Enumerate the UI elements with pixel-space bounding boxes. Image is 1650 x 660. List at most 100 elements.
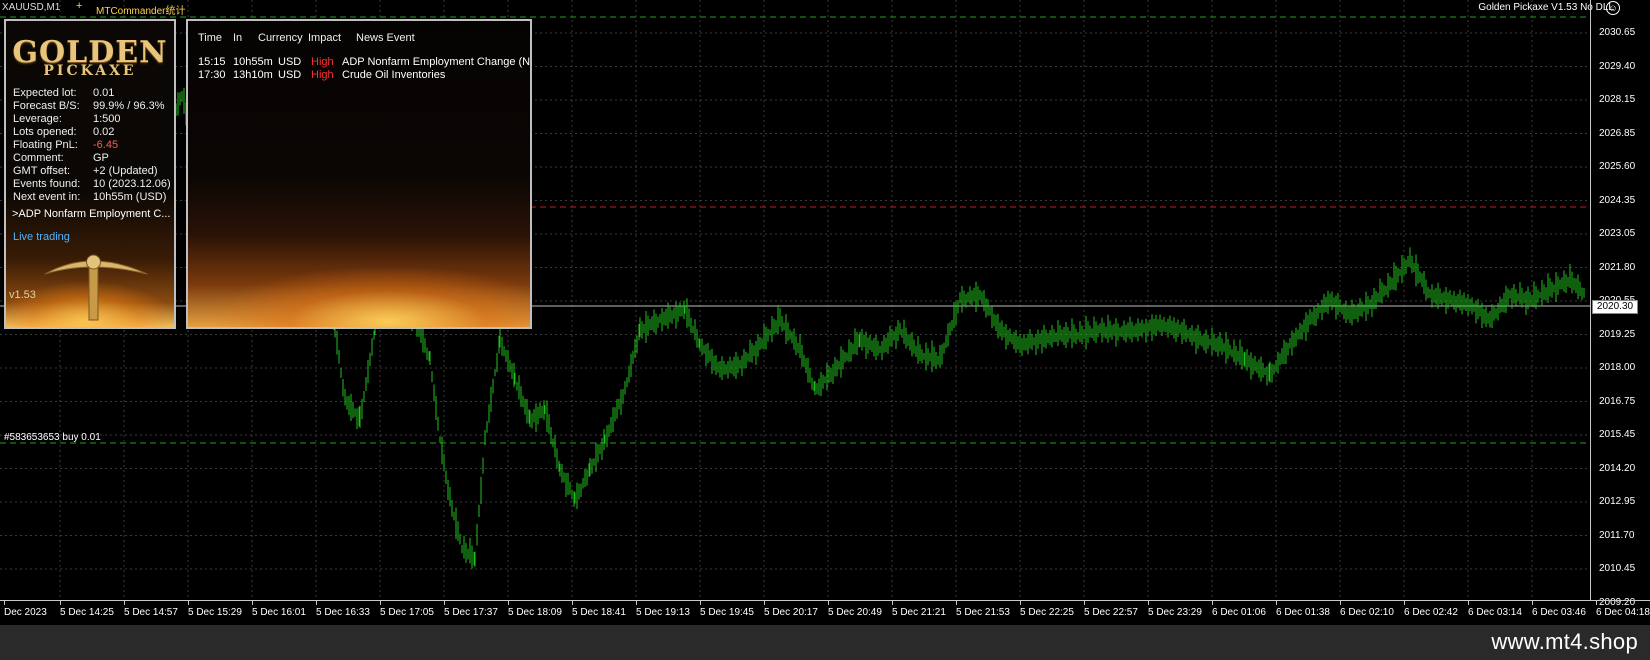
news-header-time: Time bbox=[198, 32, 223, 44]
gp-stat-row: Leverage: 1:500 bbox=[13, 113, 121, 125]
time-tick: 6 Dec 02:10 bbox=[1340, 601, 1394, 618]
gp-stat-label: GMT offset: bbox=[13, 165, 71, 177]
price-tick: 2018.00 bbox=[1599, 362, 1636, 373]
price-tick: 2016.75 bbox=[1599, 395, 1636, 407]
golden-pickaxe-panel: GOLDEN PICKAXE Expected lot: 0.01 Forecast… bbox=[4, 19, 176, 329]
news-header-impact: Impact bbox=[308, 32, 342, 44]
site-url: www.mt4.shop bbox=[1491, 629, 1638, 654]
gp-stat-row: Floating PnL: -6.45 bbox=[13, 139, 118, 151]
gp-stat-value: 1:500 bbox=[93, 113, 121, 125]
gp-stat-row: Forecast B/S: 99.9% / 96.3% bbox=[13, 100, 165, 112]
news-row-in: 13h10m bbox=[233, 69, 273, 81]
time-tick: 5 Dec 14:25 bbox=[60, 601, 114, 618]
time-tick: 6 Dec 01:38 bbox=[1276, 601, 1330, 618]
indicator-label: MTCommander统计 bbox=[96, 6, 186, 17]
gp-stat-value: +2 (Updated) bbox=[93, 165, 158, 177]
price-tick: 2019.25 bbox=[1599, 328, 1636, 340]
price-tick: 2024.35 bbox=[1599, 194, 1636, 206]
price-tick: 2021.80 bbox=[1599, 261, 1636, 273]
time-tick: 5 Dec 18:09 bbox=[508, 601, 562, 618]
time-tick: 6 Dec 03:46 bbox=[1532, 601, 1586, 618]
footer-bar: www.mt4.shop bbox=[0, 625, 1650, 660]
price-tick: 2025.60 bbox=[1599, 161, 1636, 172]
news-row-impact: High bbox=[311, 56, 334, 68]
time-tick: 5 Dec 22:57 bbox=[1084, 601, 1138, 618]
news-header-event: News Event bbox=[356, 32, 415, 44]
gp-stat-label: Leverage: bbox=[13, 113, 62, 125]
time-tick: Dec 2023 bbox=[4, 601, 47, 618]
time-tick: 5 Dec 20:49 bbox=[828, 601, 882, 618]
price-tick: 2030.65 bbox=[1599, 27, 1636, 38]
news-panel: Time In Currency Impact News Event 15:15… bbox=[186, 19, 532, 329]
next-event-name: >ADP Nonfarm Employment C... bbox=[12, 208, 171, 220]
gp-stat-value: 10h55m (USD) bbox=[93, 191, 167, 203]
version-label: v1.53 bbox=[9, 289, 36, 301]
time-tick: 5 Dec 19:45 bbox=[700, 601, 754, 618]
gp-stat-value: -6.45 bbox=[93, 139, 119, 151]
gp-stat-value: 10 (2023.12.06) bbox=[93, 178, 171, 190]
pickaxe-icon bbox=[44, 254, 148, 321]
news-row-time: 15:15 bbox=[198, 56, 226, 68]
symbol-label: XAUUSD,M1 bbox=[2, 2, 61, 13]
news-row-event: Crude Oil Inventories bbox=[342, 69, 446, 81]
gp-stat-row: Expected lot: 0.01 bbox=[13, 87, 114, 99]
gp-stat-label: Lots opened: bbox=[13, 126, 77, 138]
price-tick: 2010.45 bbox=[1599, 563, 1636, 574]
news-header-currency: Currency bbox=[258, 32, 303, 44]
price-tick: 2012.95 bbox=[1599, 496, 1636, 507]
time-tick: 5 Dec 18:41 bbox=[572, 601, 626, 618]
gp-stat-value: GP bbox=[93, 152, 109, 164]
time-tick: 5 Dec 17:37 bbox=[444, 601, 498, 618]
gp-stat-row: Comment: GP bbox=[13, 152, 109, 164]
live-trading-status: Live trading bbox=[13, 231, 70, 243]
news-header-in: In bbox=[233, 32, 243, 44]
gp-stat-row: Events found: 10 (2023.12.06) bbox=[13, 178, 171, 190]
current-price-marker: 2020.30 bbox=[1592, 300, 1638, 314]
news-row-time: 17:30 bbox=[198, 69, 226, 81]
gp-stat-row: Next event in: 10h55m (USD) bbox=[13, 191, 166, 203]
gp-stat-label: Comment: bbox=[13, 152, 64, 164]
gp-stat-label: Floating PnL: bbox=[13, 139, 78, 151]
news-row-in: 10h55m bbox=[233, 56, 273, 68]
time-tick: 5 Dec 20:17 bbox=[764, 601, 818, 618]
price-tick: 2015.45 bbox=[1599, 429, 1636, 440]
gp-stat-value: 99.9% / 96.3% bbox=[93, 100, 165, 112]
gp-stat-label: Forecast B/S: bbox=[13, 100, 80, 112]
gp-stat-label: Expected lot: bbox=[13, 87, 77, 99]
time-tick: 5 Dec 17:05 bbox=[380, 601, 434, 618]
time-tick: 5 Dec 14:57 bbox=[124, 601, 178, 618]
price-tick: 2029.40 bbox=[1599, 60, 1636, 72]
gp-stat-row: Lots opened: 0.02 bbox=[13, 126, 114, 138]
price-tick: 2026.85 bbox=[1599, 127, 1636, 139]
time-tick: 6 Dec 04:18 bbox=[1596, 601, 1650, 618]
time-tick: 5 Dec 21:21 bbox=[892, 601, 946, 618]
gp-stat-row: GMT offset: +2 (Updated) bbox=[13, 165, 158, 177]
time-tick: 6 Dec 01:06 bbox=[1212, 601, 1266, 618]
time-axis: Dec 2023 5 Dec 14:25 5 Dec 14:57 5 Dec 15:2… bbox=[0, 600, 1650, 626]
time-tick: 6 Dec 02:42 bbox=[1404, 601, 1458, 618]
order-label[interactable]: #583653653 buy 0.01 bbox=[4, 432, 101, 443]
price-tick: 2011.70 bbox=[1599, 529, 1635, 541]
time-tick: 5 Dec 23:29 bbox=[1148, 601, 1202, 618]
gp-stat-label: Next event in: bbox=[13, 191, 81, 203]
news-row-currency: USD bbox=[278, 69, 302, 81]
time-tick: 6 Dec 03:14 bbox=[1468, 601, 1522, 618]
gp-stat-label: Events found: bbox=[13, 178, 81, 190]
plus-icon[interactable]: + bbox=[76, 0, 82, 12]
time-tick: 5 Dec 19:13 bbox=[636, 601, 690, 618]
time-tick: 5 Dec 16:33 bbox=[316, 601, 370, 618]
price-tick: 2014.20 bbox=[1599, 462, 1636, 474]
time-tick: 5 Dec 22:25 bbox=[1020, 601, 1074, 618]
gp-stat-value: 0.02 bbox=[93, 126, 115, 138]
time-tick: 5 Dec 15:29 bbox=[188, 601, 242, 618]
time-tick: 5 Dec 16:01 bbox=[252, 601, 306, 618]
gp-stat-value: 0.01 bbox=[93, 87, 115, 99]
price-tick: 2028.15 bbox=[1599, 94, 1636, 105]
news-row-event: ADP Nonfarm Employment Change (N bbox=[342, 56, 531, 68]
logo-text-pickaxe: PICKAXE bbox=[43, 63, 137, 79]
news-row-currency: USD bbox=[278, 56, 302, 68]
price-chart[interactable]: XAUUSD,M1 + MTCommander统计 Golden Pickaxe… bbox=[0, 0, 1650, 625]
time-tick: 5 Dec 21:53 bbox=[956, 601, 1010, 618]
news-row-impact: High bbox=[311, 69, 334, 81]
price-tick: 2023.05 bbox=[1599, 228, 1636, 239]
